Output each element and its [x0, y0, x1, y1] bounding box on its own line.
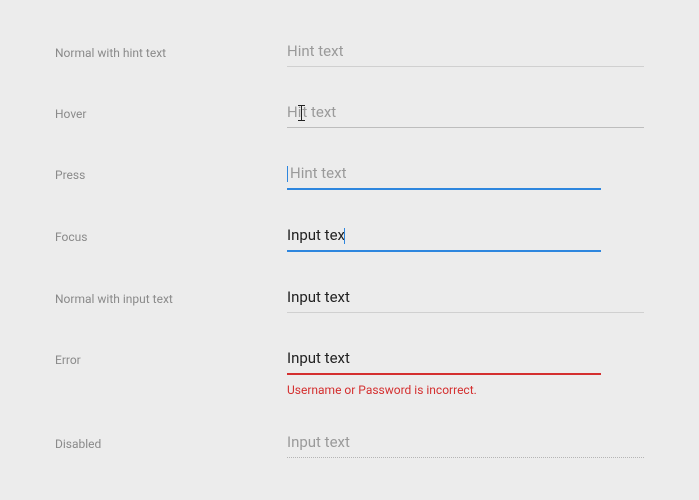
row-normal-hint: Normal with hint text Hint text [55, 40, 644, 67]
value-focus: Input tex [287, 226, 345, 244]
underline-focus [287, 250, 601, 252]
input-normal-hint[interactable]: Hint text [287, 40, 644, 66]
underline-error [287, 373, 601, 375]
label-normal-hint: Normal with hint text [55, 40, 287, 60]
input-normal-input[interactable]: Input text [287, 286, 644, 312]
field-container-press: Hint text [287, 162, 644, 190]
field-container-normal-hint: Hint text [287, 40, 644, 67]
caret-icon [287, 166, 288, 182]
label-normal-input: Normal with input text [55, 286, 287, 306]
field-container-error: Input text Username or Password is incor… [287, 347, 644, 397]
label-disabled: Disabled [55, 431, 287, 451]
label-error: Error [55, 347, 287, 367]
hint-press: Hint text [290, 164, 346, 182]
row-focus: Focus Input tex [55, 224, 644, 252]
error-message: Username or Password is incorrect. [287, 383, 644, 397]
underline-hover [287, 127, 644, 128]
row-normal-input: Normal with input text Input text [55, 286, 644, 313]
underline-normal-input [287, 312, 644, 313]
row-disabled: Disabled Input text [55, 431, 644, 458]
underline-normal-hint [287, 66, 644, 67]
input-disabled: Input text [287, 431, 644, 457]
row-error: Error Input text Username or Password is… [55, 347, 644, 397]
field-container-normal-input: Input text [287, 286, 644, 313]
label-hover: Hover [55, 101, 287, 121]
field-container-hover: Hit text [287, 101, 644, 128]
input-hover[interactable]: Hit text [287, 101, 644, 127]
hint-part2: t text [302, 103, 336, 121]
row-hover: Hover Hit text [55, 101, 644, 128]
field-container-focus: Input tex [287, 224, 644, 252]
label-focus: Focus [55, 224, 287, 244]
underline-disabled [287, 457, 644, 458]
row-press: Press Hint text [55, 162, 644, 190]
label-press: Press [55, 162, 287, 182]
caret-icon [344, 228, 345, 244]
input-press[interactable]: Hint text [287, 162, 644, 188]
input-focus[interactable]: Input tex [287, 224, 644, 250]
input-error[interactable]: Input text [287, 347, 644, 373]
underline-press [287, 188, 601, 190]
field-container-disabled: Input text [287, 431, 644, 458]
text-cursor-icon [298, 105, 305, 121]
